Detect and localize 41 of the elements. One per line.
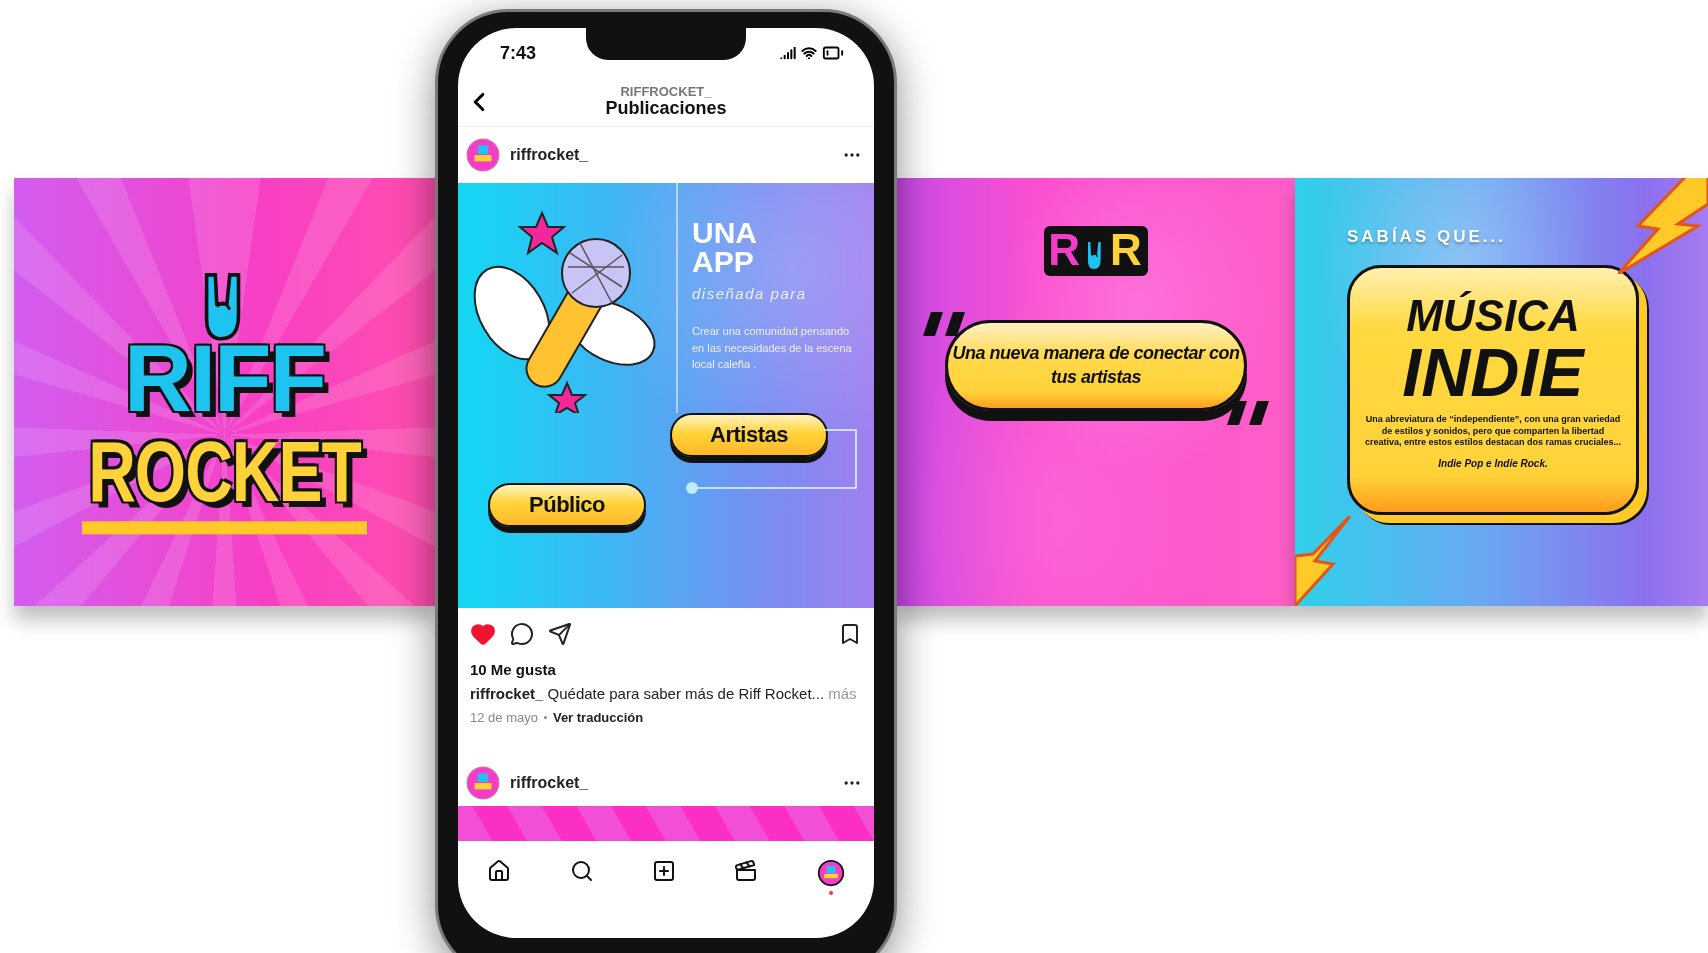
profile-tab[interactable] — [816, 858, 845, 895]
translate-link[interactable]: Ver traducción — [552, 710, 644, 724]
card-footer-text: Indie Pop e Indie Rock. — [1438, 459, 1548, 470]
logo-text: R — [1110, 228, 1142, 272]
username[interactable]: riffrocket_ — [510, 147, 832, 163]
account-name: RIFFROCKET_ — [620, 84, 712, 100]
kicker-text: SABÍAS QUE... — [1347, 228, 1506, 245]
post-date: 12 de mayo — [470, 710, 538, 724]
search-tab[interactable] — [569, 858, 594, 883]
home-icon — [487, 858, 512, 883]
comment-button[interactable] — [510, 622, 534, 646]
username[interactable]: riffrocket_ — [510, 774, 832, 791]
like-count: 10 Me gusta — [470, 660, 557, 680]
lightning-icon — [1618, 178, 1708, 274]
search-icon — [569, 858, 594, 883]
clock-time: 7:43 — [500, 44, 537, 62]
slide-title: UNA — [692, 219, 758, 248]
slide-text: Crear una comunidad pensando en las necesidades de la escena local caleña . — [692, 324, 853, 372]
share-button[interactable] — [548, 622, 572, 646]
logo-text: R — [1048, 228, 1080, 272]
avatar-icon[interactable] — [466, 138, 500, 172]
like-button[interactable] — [470, 621, 496, 647]
post-caption: riffrocket_ Quédate para saber más de Riff Rocket... más — [470, 683, 858, 704]
quote-mark-icon — [923, 312, 967, 336]
plus-square-icon — [651, 858, 676, 883]
clapperboard-icon — [734, 858, 759, 883]
logo-text: ROCKET — [82, 427, 367, 534]
reels-tab[interactable] — [734, 858, 759, 883]
avatar-icon[interactable] — [466, 765, 500, 800]
page-title: Publicaciones — [605, 99, 727, 120]
slide-subtitle: diseñada para — [692, 286, 808, 301]
separator-icon — [543, 715, 547, 719]
card-title: INDIE — [1402, 338, 1584, 406]
avatar-icon — [816, 858, 845, 887]
signal-icon — [780, 45, 796, 61]
quote-mark-icon — [1227, 400, 1271, 425]
home-tab[interactable] — [487, 858, 512, 883]
card-text: Una abreviatura de “independiente”, con una gran variedad de estilos y sonidos, pero que comparten la libertad creativa, entre estos estilos destacan dos ramas cruciales... — [1364, 414, 1622, 450]
slide-title: APP — [692, 247, 755, 276]
create-tab[interactable] — [651, 858, 676, 883]
wifi-icon — [801, 45, 817, 61]
